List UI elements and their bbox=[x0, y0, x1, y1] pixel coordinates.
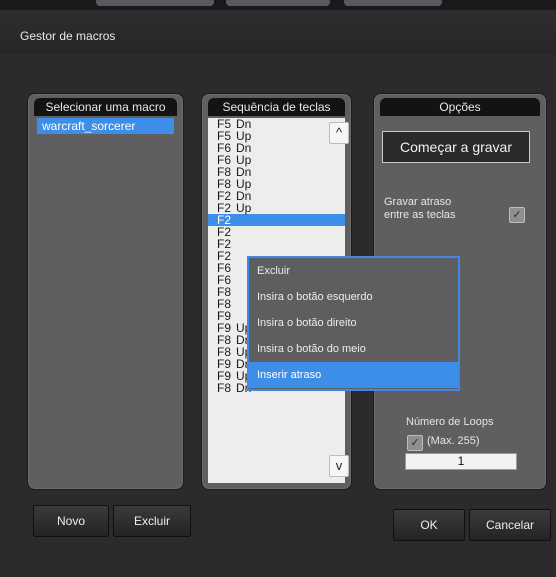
sequence-panel-header: Sequência de teclas bbox=[208, 98, 345, 116]
title-bar: Gestor de macros bbox=[0, 10, 556, 54]
max-loops-label: (Max. 255) bbox=[427, 435, 480, 447]
sequence-key: F8 bbox=[217, 381, 232, 395]
record-delay-label-line1: Gravar atraso bbox=[384, 196, 452, 208]
macro-panel-header: Selecionar uma macro bbox=[34, 98, 177, 116]
sequence-action: Up bbox=[236, 201, 252, 215]
menu-item-insert-middle-button[interactable]: Insira o botão do meio bbox=[249, 336, 458, 362]
top-tab-shape bbox=[344, 0, 442, 6]
record-delay-checkbox[interactable]: ✓ bbox=[509, 207, 525, 223]
record-delay-label-line2: entre as teclas bbox=[384, 209, 456, 221]
macro-item[interactable]: warcraft_sorcerer bbox=[37, 118, 174, 134]
macro-list[interactable]: warcraft_sorcerer bbox=[34, 118, 177, 483]
loops-label: Número de Loops bbox=[406, 416, 494, 428]
new-macro-button[interactable]: Novo bbox=[33, 505, 109, 537]
ok-button[interactable]: OK bbox=[393, 509, 465, 541]
start-recording-button[interactable]: Começar a gravar bbox=[382, 131, 530, 163]
top-tab-shape bbox=[96, 0, 214, 6]
window-title: Gestor de macros bbox=[20, 29, 116, 43]
checkmark-icon: ✓ bbox=[410, 437, 420, 449]
menu-item-insert-left-button[interactable]: Insira o botão esquerdo bbox=[249, 284, 458, 310]
scroll-up-button[interactable]: ^ bbox=[329, 122, 349, 144]
cancel-button[interactable]: Cancelar bbox=[469, 509, 551, 541]
menu-item-delete[interactable]: Excluir bbox=[249, 258, 458, 284]
options-panel-header: Opções bbox=[380, 98, 540, 116]
checkmark-icon: ✓ bbox=[512, 209, 522, 221]
max-loops-checkbox[interactable]: ✓ bbox=[407, 435, 423, 451]
menu-item-insert-delay[interactable]: Inserir atraso bbox=[249, 362, 458, 388]
loops-count-input[interactable]: 1 bbox=[405, 453, 517, 470]
macro-panel: Selecionar uma macro warcraft_sorcerer bbox=[27, 93, 184, 490]
menu-item-insert-right-button[interactable]: Insira o botão direito bbox=[249, 310, 458, 336]
top-strip bbox=[0, 0, 556, 10]
scroll-down-button[interactable]: v bbox=[329, 455, 349, 477]
delete-macro-button[interactable]: Excluir bbox=[113, 505, 191, 537]
context-menu: Excluir Insira o botão esquerdo Insira o… bbox=[247, 256, 460, 391]
top-tab-shape bbox=[226, 0, 330, 6]
